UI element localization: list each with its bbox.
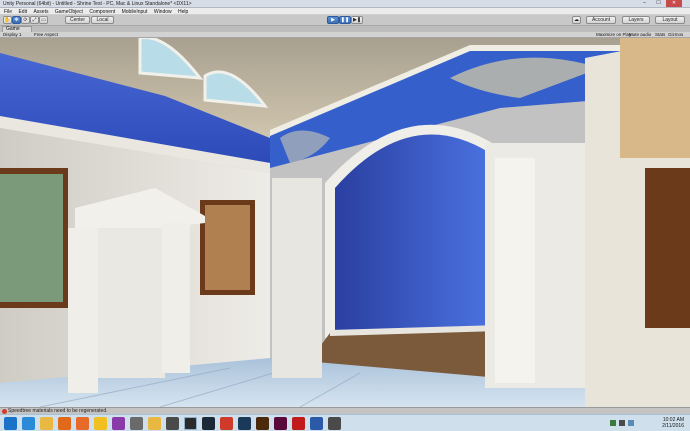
alcove-interior: [335, 134, 490, 338]
game-viewport[interactable]: [0, 38, 690, 407]
pivot-toggle[interactable]: Center: [65, 16, 90, 24]
hand-tool-icon[interactable]: ✋: [3, 16, 12, 24]
taskbar-app-7-icon[interactable]: [130, 417, 143, 430]
taskbar-illustrator-icon[interactable]: [256, 417, 269, 430]
minimize-button[interactable]: –: [638, 0, 651, 7]
status-bar: Speedtree materials need to be regenerat…: [0, 407, 690, 414]
cornice-right: [620, 38, 690, 158]
space-toggle[interactable]: Local: [91, 16, 114, 24]
rotate-tool-icon[interactable]: ⟳: [21, 16, 30, 24]
rendered-scene: [0, 38, 690, 407]
title-bar[interactable]: Unity Personal (64bit) - Untitled - Shri…: [0, 0, 690, 8]
play-button[interactable]: ▶: [327, 16, 339, 24]
clock[interactable]: 10:02 AM 2/11/2016: [662, 417, 684, 429]
taskbar-app-18-icon[interactable]: [328, 417, 341, 430]
pilaster-center-left: [272, 178, 322, 378]
taskbar-unity-icon[interactable]: [184, 417, 197, 430]
move-tool-icon[interactable]: ✥: [12, 16, 21, 24]
tray-volume-icon[interactable]: [619, 420, 625, 426]
clock-date: 2/11/2016: [662, 423, 684, 429]
window-title: Unity Personal (64bit) - Untitled - Shri…: [3, 1, 192, 7]
windows-taskbar: 10:02 AM 2/11/2016: [0, 414, 690, 431]
door-pilaster-right: [162, 223, 190, 373]
maximize-button[interactable]: ☐: [652, 0, 665, 7]
taskbar-app-17-icon[interactable]: [310, 417, 323, 430]
taskbar-explorer-icon[interactable]: [40, 417, 53, 430]
close-button[interactable]: ✕: [666, 0, 682, 7]
tray-network-icon[interactable]: [610, 420, 616, 426]
toolbar: ✋ ✥ ⟳ ⤢ ▭ Center Local ▶ ❚❚ ▶❚ ☁ Account…: [0, 15, 690, 26]
taskbar-ie-icon[interactable]: [22, 417, 35, 430]
tray-flag-icon[interactable]: [628, 420, 634, 426]
taskbar-acrobat-icon[interactable]: [292, 417, 305, 430]
door: [95, 228, 165, 378]
taskbar-indesign-icon[interactable]: [274, 417, 287, 430]
taskbar-folder-icon[interactable]: [148, 417, 161, 430]
rect-tool-icon[interactable]: ▭: [39, 16, 48, 24]
taskbar-firefox-icon[interactable]: [76, 417, 89, 430]
painting-left: [0, 174, 63, 302]
taskbar-app-12-icon[interactable]: [220, 417, 233, 430]
taskbar-chrome-icon[interactable]: [94, 417, 107, 430]
taskbar-photoshop-icon[interactable]: [238, 417, 251, 430]
taskbar-calculator-icon[interactable]: [166, 417, 179, 430]
taskbar-start-button-icon[interactable]: [4, 417, 17, 430]
door-pilaster-left: [68, 228, 98, 393]
painting-frame-far-right: [645, 168, 690, 328]
step-button[interactable]: ▶❚: [351, 16, 363, 24]
scale-tool-icon[interactable]: ⤢: [30, 16, 39, 24]
unity-window: Unity Personal (64bit) - Untitled - Shri…: [0, 0, 690, 431]
menu-bar: File Edit Assets GameObject Component Mo…: [0, 8, 690, 15]
cloud-icon[interactable]: ☁: [572, 16, 581, 24]
taskbar-media-player-icon[interactable]: [58, 417, 71, 430]
taskbar-onenote-icon[interactable]: [112, 417, 125, 430]
pilaster-column: [495, 158, 535, 383]
pause-button[interactable]: ❚❚: [339, 16, 351, 24]
taskbar-steam-icon[interactable]: [202, 417, 215, 430]
layout-dropdown[interactable]: Layout: [655, 16, 685, 24]
painting-right: [205, 205, 250, 290]
account-dropdown[interactable]: Account: [586, 16, 616, 24]
layers-dropdown[interactable]: Layers: [622, 16, 650, 24]
